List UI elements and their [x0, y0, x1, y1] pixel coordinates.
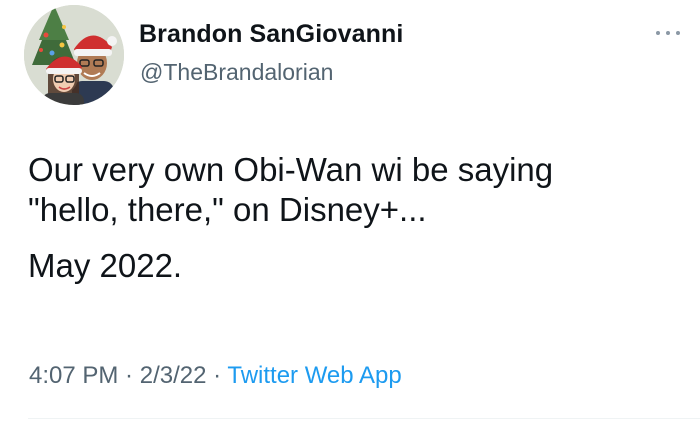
tweet-time[interactable]: 4:07 PM — [29, 362, 118, 389]
more-dot — [676, 31, 680, 35]
meta-separator: · — [118, 362, 140, 389]
profile-photo — [24, 5, 124, 105]
tweet-meta: 4:07 PM · 2/3/22 · Twitter Web App — [29, 362, 402, 390]
more-options-icon[interactable] — [656, 24, 680, 42]
author-handle[interactable]: @TheBrandalorian — [140, 59, 333, 86]
tweet-source-link[interactable]: Twitter Web App — [227, 362, 401, 389]
author-display-name[interactable]: Brandon SanGiovanni — [139, 20, 403, 49]
tweet-date[interactable]: 2/3/22 — [140, 362, 207, 389]
meta-separator: · — [206, 362, 228, 389]
tweet-text: Our very own Obi-Wan wi be saying "hello… — [28, 150, 678, 286]
avatar[interactable] — [24, 5, 124, 105]
tweet-line: Our very own Obi-Wan wi be saying — [28, 151, 554, 188]
more-dot — [666, 31, 670, 35]
more-dot — [656, 31, 660, 35]
tweet-line: "hello, there," on Disney+... — [28, 191, 427, 228]
tweet-line: May 2022. — [28, 247, 183, 284]
divider — [28, 418, 700, 419]
